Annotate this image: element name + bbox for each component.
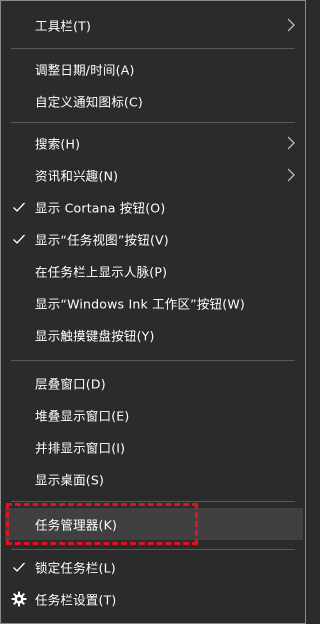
menu-item-label: 显示“任务视图”按钮(V): [35, 232, 169, 248]
menu-item-show-touch-keyboard-button[interactable]: 显示触摸键盘按钮(Y): [2, 319, 304, 351]
checkmark-icon: [13, 234, 25, 244]
menu-item-label: 显示触摸键盘按钮(Y): [35, 328, 155, 344]
menu-item-label: 堆叠显示窗口(E): [35, 408, 130, 424]
menu-item-side-by-side-windows[interactable]: 并排显示窗口(I): [2, 431, 304, 463]
menu-item-label: 显示桌面(S): [35, 472, 105, 488]
separator: [11, 501, 295, 502]
menu-item-label: 显示 Cortana 按钮(O): [35, 200, 166, 216]
menu-item-show-cortana-button[interactable]: 显示 Cortana 按钮(O): [2, 191, 304, 223]
separator: [11, 549, 295, 550]
gear-icon: [11, 591, 27, 607]
menu-item-adjust-date-time[interactable]: 调整日期/时间(A): [2, 53, 304, 85]
menu-item-label: 调整日期/时间(A): [35, 62, 135, 78]
separator: [11, 122, 295, 123]
menu-item-label: 在任务栏上显示人脉(P): [35, 264, 168, 280]
menu-item-label: 工具栏(T): [35, 18, 92, 34]
menu-item-label: 并排显示窗口(I): [35, 440, 126, 456]
menu-item-label: 层叠窗口(D): [35, 376, 106, 392]
menu-item-search[interactable]: 搜索(H): [2, 127, 304, 159]
menu-item-label: 显示“Windows Ink 工作区”按钮(W): [35, 296, 245, 312]
menu-item-show-task-view-button[interactable]: 显示“任务视图”按钮(V): [2, 223, 304, 255]
separator: [11, 360, 295, 361]
menu-item-show-desktop[interactable]: 显示桌面(S): [2, 463, 304, 495]
checkmark-icon: [13, 202, 25, 212]
menu-item-taskbar-settings[interactable]: 任务栏设置(T): [2, 583, 304, 615]
menu-item-customize-notification-icons[interactable]: 自定义通知图标(C): [2, 85, 304, 117]
menu-item-toolbars[interactable]: 工具栏(T): [2, 9, 304, 41]
menu-item-label: 锁定任务栏(L): [35, 560, 116, 576]
menu-item-label: 搜索(H): [35, 136, 81, 152]
checkmark-icon: [13, 562, 25, 572]
menu-item-cascade-windows[interactable]: 层叠窗口(D): [2, 367, 304, 399]
chevron-right-icon: [287, 18, 295, 32]
menu-item-show-people[interactable]: 在任务栏上显示人脉(P): [2, 255, 304, 287]
red-dashed-highlight-box: [6, 503, 198, 545]
menu-item-stack-windows[interactable]: 堆叠显示窗口(E): [2, 399, 304, 431]
taskbar-context-menu: 工具栏(T) 调整日期/时间(A) 自定义通知图标(C) 搜索(H) 资讯和兴趣…: [0, 0, 306, 624]
separator: [11, 48, 295, 49]
menu-item-show-windows-ink-button[interactable]: 显示“Windows Ink 工作区”按钮(W): [2, 287, 304, 319]
chevron-right-icon: [287, 168, 295, 182]
menu-item-lock-taskbar[interactable]: 锁定任务栏(L): [2, 551, 304, 583]
chevron-right-icon: [287, 136, 295, 150]
menu-item-label: 资讯和兴趣(N): [35, 168, 119, 184]
menu-item-label: 任务栏设置(T): [35, 592, 117, 608]
menu-item-news-and-interests[interactable]: 资讯和兴趣(N): [2, 159, 304, 191]
menu-item-label: 自定义通知图标(C): [35, 94, 143, 110]
